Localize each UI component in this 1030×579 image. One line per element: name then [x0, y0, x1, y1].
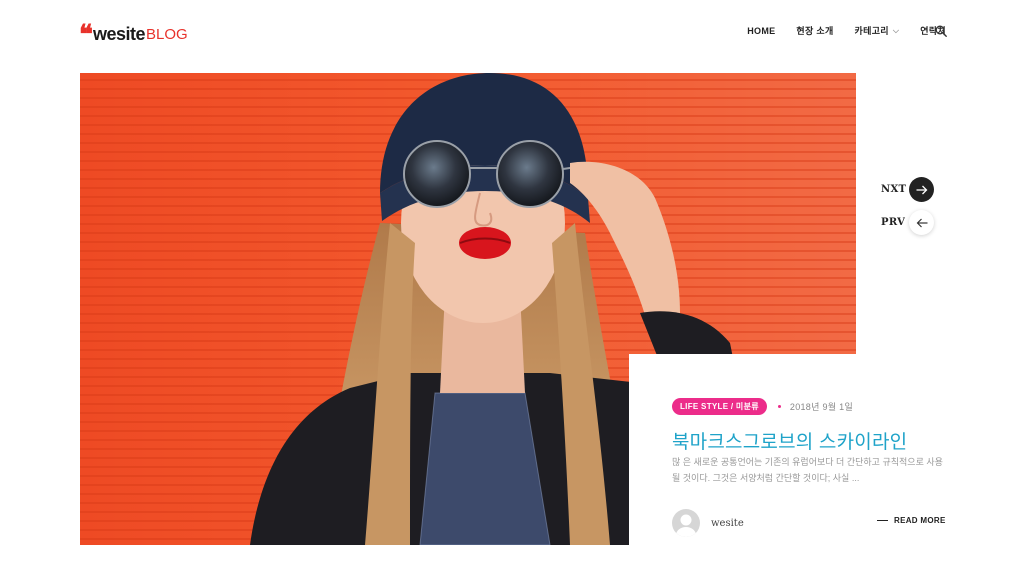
- read-more-link[interactable]: READ MORE: [877, 516, 946, 525]
- post-title[interactable]: 북마크스그로브의 스카이라인: [672, 427, 907, 454]
- logo-blog-text: BLOG: [146, 26, 188, 43]
- site-logo[interactable]: ❝ wesite BLOG: [79, 20, 188, 50]
- arrow-left-icon: [909, 210, 934, 235]
- nav-item-category[interactable]: 카테고리 ⌵: [855, 24, 900, 37]
- avatar: [672, 509, 700, 537]
- next-slide-button[interactable]: NXT: [881, 177, 934, 202]
- author-name: wesite: [711, 517, 744, 529]
- prev-label: PRV: [881, 217, 906, 228]
- post-author[interactable]: wesite: [672, 509, 744, 537]
- nav-item-home[interactable]: HOME: [747, 26, 775, 36]
- search-icon[interactable]: [935, 25, 947, 37]
- post-excerpt: 많 은 새로운 공통언어는 기존의 유럽어보다 더 간단하고 규칙적으로 사용될…: [672, 457, 943, 483]
- read-more-label: READ MORE: [894, 516, 946, 525]
- meta-separator-dot: [777, 405, 781, 408]
- chevron-down-icon: ⌵: [892, 25, 900, 35]
- category-badge[interactable]: LIFE STYLE / 미분류: [672, 398, 767, 415]
- prev-slide-button[interactable]: PRV: [881, 210, 934, 235]
- logo-brand-text: wesite: [93, 24, 146, 44]
- logo-quote-mark: ❝: [79, 20, 93, 50]
- main-nav: HOME 현장 소개 카테고리 ⌵ 연락처: [726, 24, 946, 37]
- next-label: NXT: [881, 184, 907, 195]
- post-meta: LIFE STYLE / 미분류 2018년 9월 1일: [672, 398, 853, 415]
- post-date: 2018년 9월 1일: [789, 402, 854, 412]
- featured-post-card: LIFE STYLE / 미분류 2018년 9월 1일 북마크스그로브의 스카…: [629, 354, 965, 579]
- arrow-right-icon: [909, 177, 934, 202]
- nav-item-about[interactable]: 현장 소개: [796, 24, 833, 37]
- read-more-dash: [877, 520, 888, 521]
